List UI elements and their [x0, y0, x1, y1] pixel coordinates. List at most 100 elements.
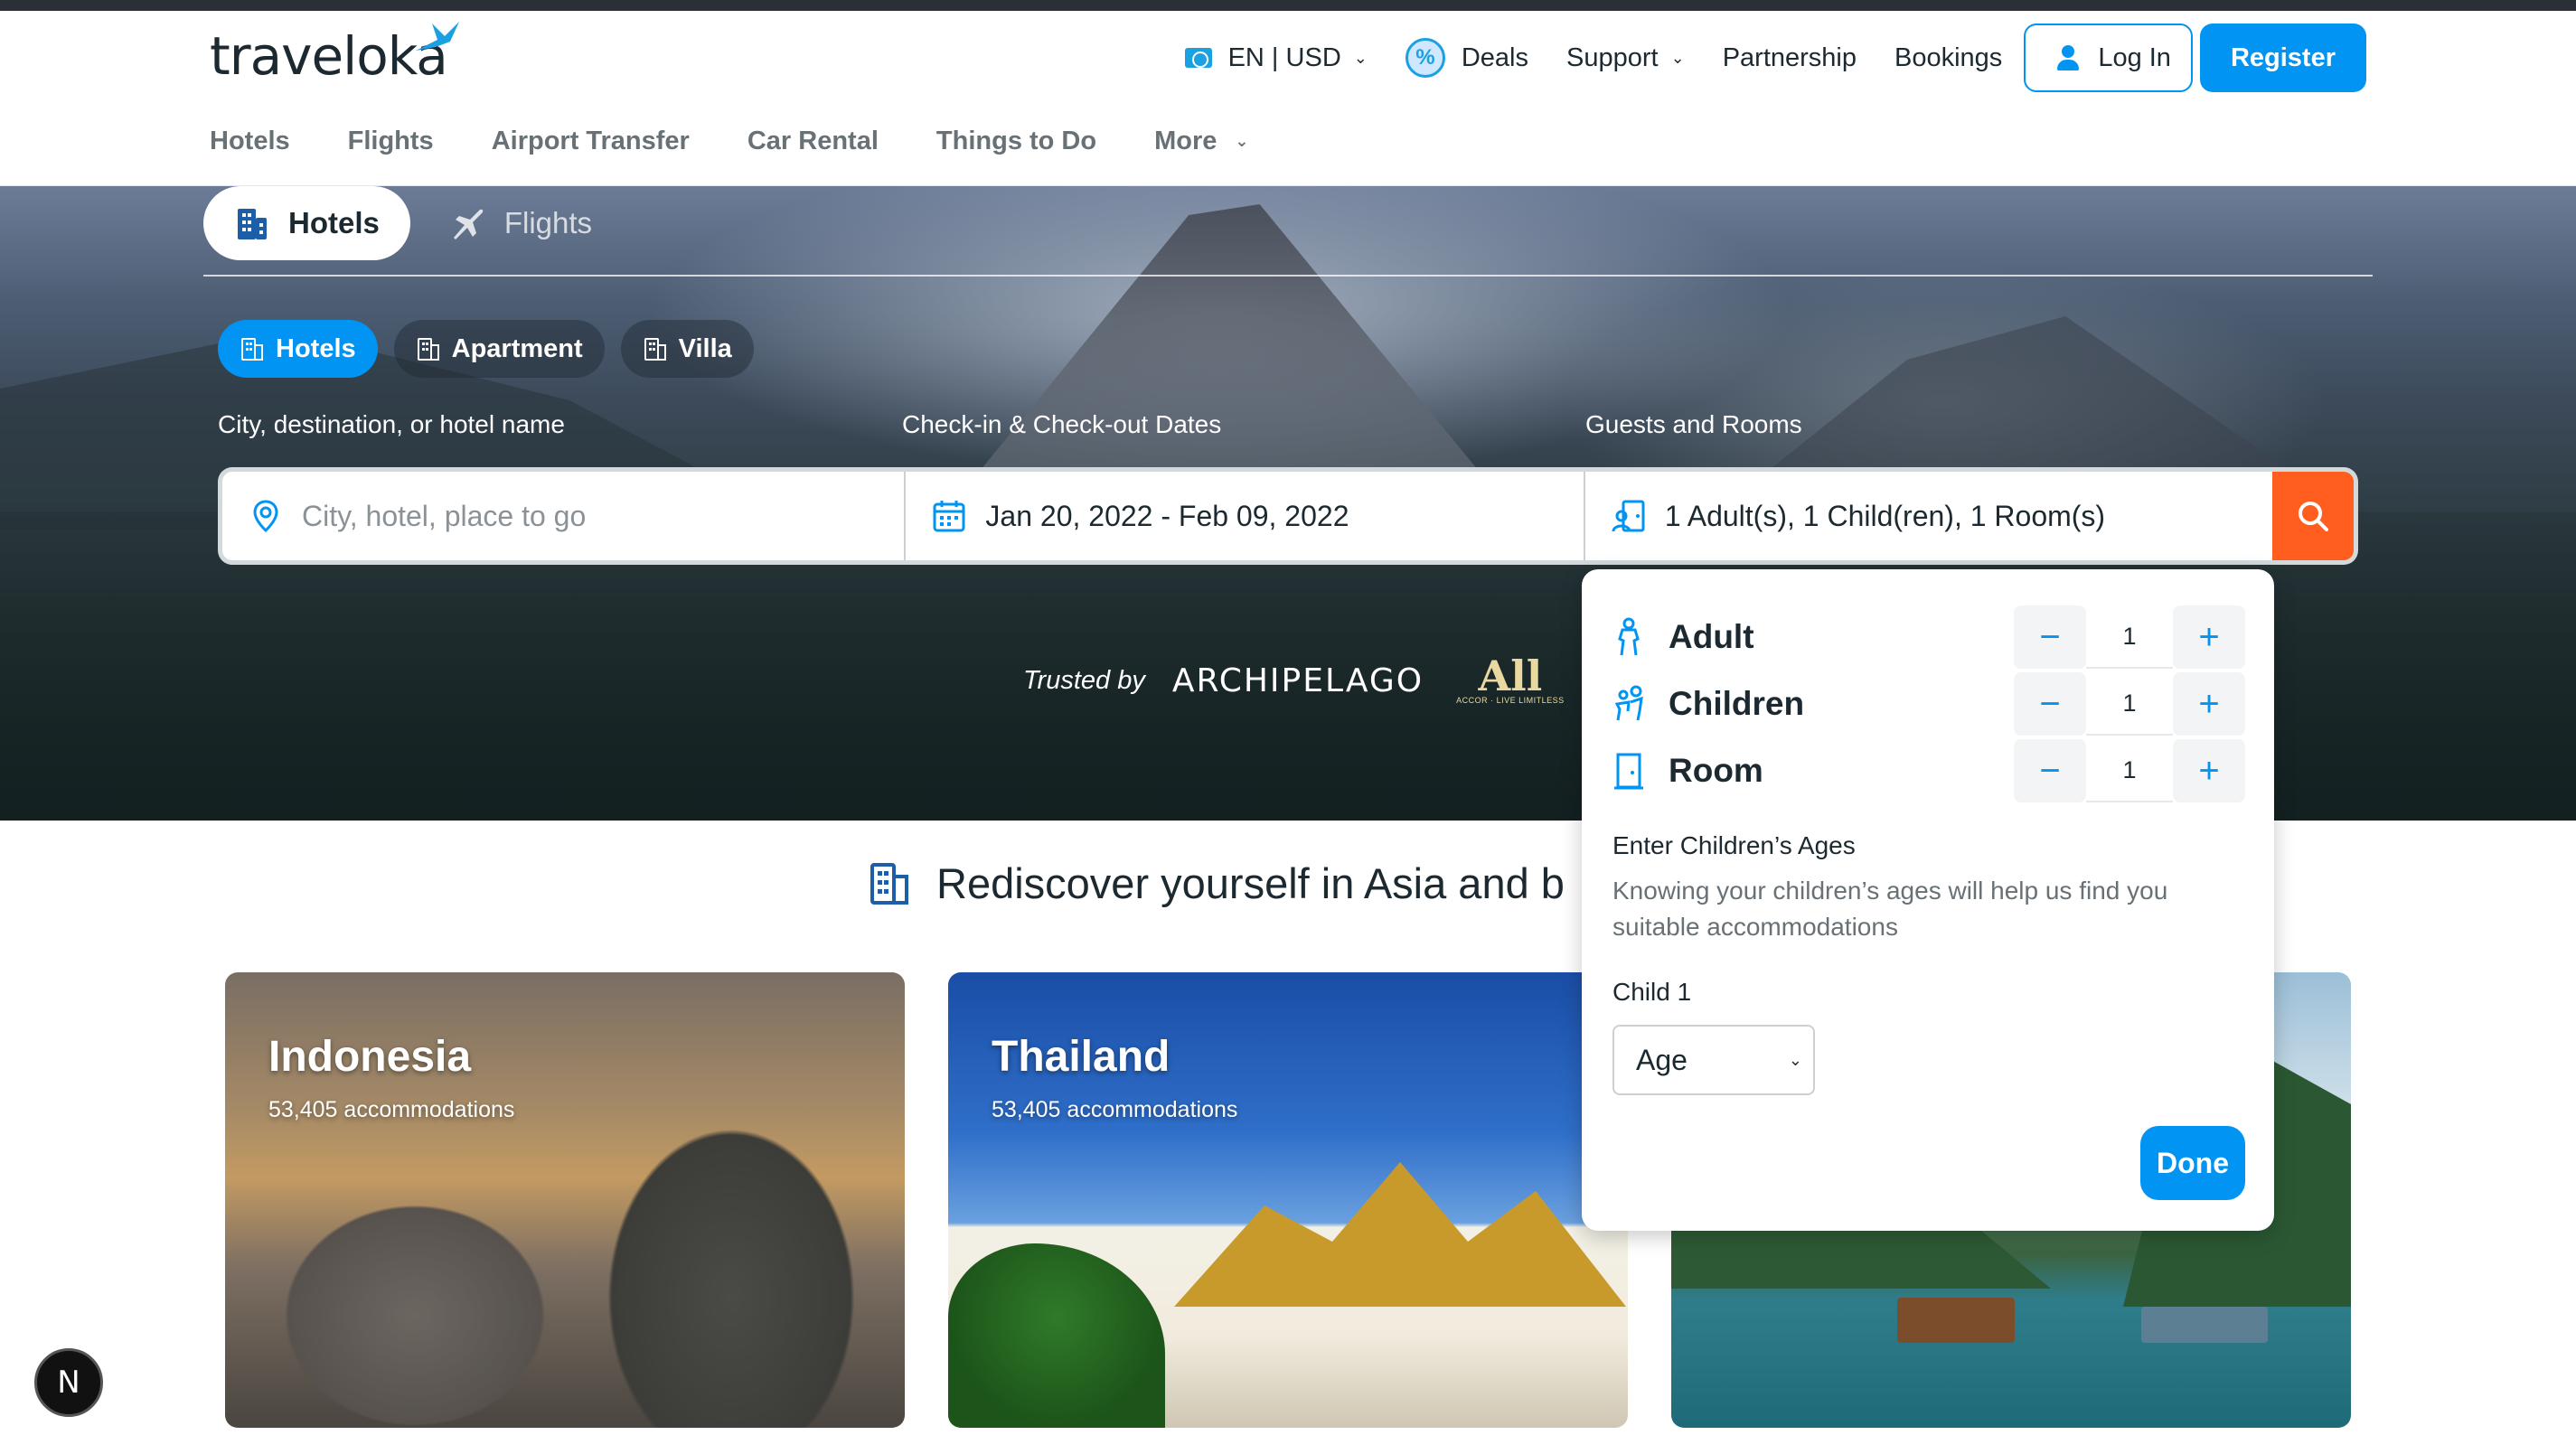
temple-roof-image: [1174, 1162, 1626, 1307]
nav-things-to-do[interactable]: Things to Do: [936, 127, 1096, 156]
bookings-label: Bookings: [1894, 42, 2003, 72]
destination-card-thailand[interactable]: Thailand 53,405 accommodations: [948, 972, 1628, 1428]
adult-increment-button[interactable]: +: [2173, 605, 2245, 669]
product-nav: Hotels Flights Airport Transfer Car Rent…: [210, 127, 1306, 156]
apartment-building-icon: [417, 338, 439, 361]
tab-flights-label: Flights: [503, 206, 593, 239]
search-icon: [2299, 502, 2329, 531]
room-count[interactable]: 1: [2086, 739, 2173, 802]
age-select-value: Age: [1636, 1043, 1688, 1076]
register-button[interactable]: Register: [2199, 23, 2366, 92]
room-row: Room − 1 +: [1612, 739, 2245, 802]
room-stepper: − 1 +: [2014, 739, 2245, 802]
header-right-nav: EN | USD ⌄ % Deals Support ⌄ Partnership…: [1147, 23, 2366, 92]
destination-field-label: City, destination, or hotel name: [218, 410, 565, 438]
room-decrement-button[interactable]: −: [2014, 739, 2086, 802]
nav-more-label: More: [1154, 127, 1217, 155]
bird-logo-icon: [416, 22, 459, 51]
adult-decrement-button[interactable]: −: [2014, 605, 2086, 669]
adult-stepper: − 1 +: [2014, 605, 2245, 669]
badge-letter: N: [57, 1365, 80, 1401]
trusted-by-banner: Trusted by ARCHIPELAGO All ACCOR · LIVE …: [1023, 652, 1565, 705]
next-dev-badge[interactable]: N: [34, 1348, 103, 1417]
destination-input[interactable]: City, hotel, place to go: [222, 472, 907, 560]
floating-house-image: [1897, 1298, 2015, 1343]
adult-label: Adult: [1669, 618, 1754, 655]
nav-airport-transfer[interactable]: Airport Transfer: [492, 127, 690, 156]
register-label: Register: [2230, 42, 2336, 72]
subtab-villa-label: Villa: [678, 333, 732, 363]
login-button[interactable]: Log In: [2024, 23, 2193, 92]
accor-all-logo: All ACCOR · LIVE LIMITLESS: [1456, 652, 1565, 705]
room-increment-button[interactable]: +: [2173, 739, 2245, 802]
children-increment-button[interactable]: +: [2173, 672, 2245, 736]
section-heading: Rediscover yourself in Asia and b: [870, 858, 1565, 908]
floating-house-image: [2141, 1307, 2268, 1343]
guests-field-label: Guests and Rooms: [1585, 410, 1802, 438]
hotel-search-bar: City, hotel, place to go Jan 20, 2022 - …: [218, 467, 2358, 565]
children-icon: [1614, 685, 1643, 721]
date-range-input[interactable]: Jan 20, 2022 - Feb 09, 2022: [906, 472, 1585, 560]
language-currency-selector[interactable]: EN | USD ⌄: [1184, 42, 1368, 73]
deals-percent-icon: %: [1405, 38, 1445, 78]
deals-link[interactable]: % Deals: [1405, 38, 1529, 78]
villa-building-icon: [644, 338, 666, 361]
product-tabs: Hotels Flights: [203, 186, 632, 260]
top-strip: [0, 0, 2576, 11]
subtab-hotels[interactable]: Hotels: [218, 320, 378, 378]
room-door-icon: [1614, 753, 1643, 790]
nav-car-rental[interactable]: Car Rental: [747, 127, 879, 156]
children-decrement-button[interactable]: −: [2014, 672, 2086, 736]
traveloka-logo[interactable]: traveloka: [210, 20, 459, 92]
chevron-down-icon: ⌄: [1353, 48, 1368, 67]
done-label: Done: [2157, 1146, 2229, 1179]
tab-hotels[interactable]: Hotels: [203, 186, 410, 260]
card-title: Thailand: [992, 1033, 1170, 1081]
search-button[interactable]: [2272, 472, 2354, 560]
partnership-link[interactable]: Partnership: [1723, 43, 1857, 73]
bookings-link[interactable]: Bookings: [1894, 43, 2002, 73]
hotel-building-icon: [241, 338, 263, 361]
chevron-down-icon: ⌄: [1235, 132, 1249, 150]
accor-all-logo-tagline: ACCOR · LIVE LIMITLESS: [1456, 696, 1565, 705]
site-header: traveloka EN | USD ⌄ % Deals Support ⌄ P…: [0, 11, 2576, 186]
calendar-icon: [933, 501, 965, 532]
support-menu[interactable]: Support ⌄: [1566, 43, 1685, 73]
tabs-divider: [203, 275, 2373, 277]
accor-all-logo-mark: All: [1478, 652, 1543, 700]
trusted-by-label: Trusted by: [1023, 665, 1145, 695]
user-icon: [2056, 45, 2080, 70]
children-ages-title: Enter Children’s Ages: [1612, 831, 1856, 859]
login-label: Log In: [2098, 42, 2171, 72]
guests-rooms-dropdown: Adult − 1 + Children − 1 + Room − 1 + En…: [1582, 569, 2274, 1231]
chevron-down-icon: ⌄: [1670, 48, 1685, 67]
nav-flights[interactable]: Flights: [348, 127, 434, 156]
children-count[interactable]: 1: [2086, 672, 2173, 736]
guests-rooms-input[interactable]: 1 Adult(s), 1 Child(ren), 1 Room(s): [1585, 472, 2272, 560]
chevron-down-icon: ⌄: [1788, 1050, 1802, 1069]
lang-currency-label: EN | USD: [1227, 42, 1341, 72]
destination-card-indonesia[interactable]: Indonesia 53,405 accommodations: [225, 972, 905, 1428]
tab-hotels-label: Hotels: [288, 206, 380, 239]
subtab-apartment[interactable]: Apartment: [393, 320, 605, 378]
guests-rooms-value: 1 Adult(s), 1 Child(ren), 1 Room(s): [1664, 499, 2106, 532]
hotel-building-icon: [870, 862, 908, 905]
logo-text: traveloka: [210, 25, 448, 87]
subtab-hotels-label: Hotels: [276, 333, 356, 363]
hotel-building-icon: [238, 209, 267, 239]
tab-flights[interactable]: Flights: [419, 186, 623, 260]
deals-label: Deals: [1461, 42, 1529, 72]
subtab-villa[interactable]: Villa: [620, 320, 754, 378]
adult-count[interactable]: 1: [2086, 605, 2173, 669]
guests-icon: [1612, 500, 1645, 532]
nav-more[interactable]: More ⌄: [1154, 127, 1248, 156]
child-1-label: Child 1: [1612, 978, 1692, 1006]
done-button[interactable]: Done: [2140, 1126, 2245, 1200]
destination-placeholder: City, hotel, place to go: [302, 499, 587, 532]
card-subtitle: 53,405 accommodations: [992, 1097, 1238, 1122]
section-title-text: Rediscover yourself in Asia and b: [936, 859, 1565, 907]
children-stepper: − 1 +: [2014, 672, 2245, 736]
child-1-age-select[interactable]: Age ⌄: [1612, 1025, 1815, 1095]
nav-hotels[interactable]: Hotels: [210, 127, 290, 156]
dates-field-label: Check-in & Check-out Dates: [902, 410, 1222, 438]
